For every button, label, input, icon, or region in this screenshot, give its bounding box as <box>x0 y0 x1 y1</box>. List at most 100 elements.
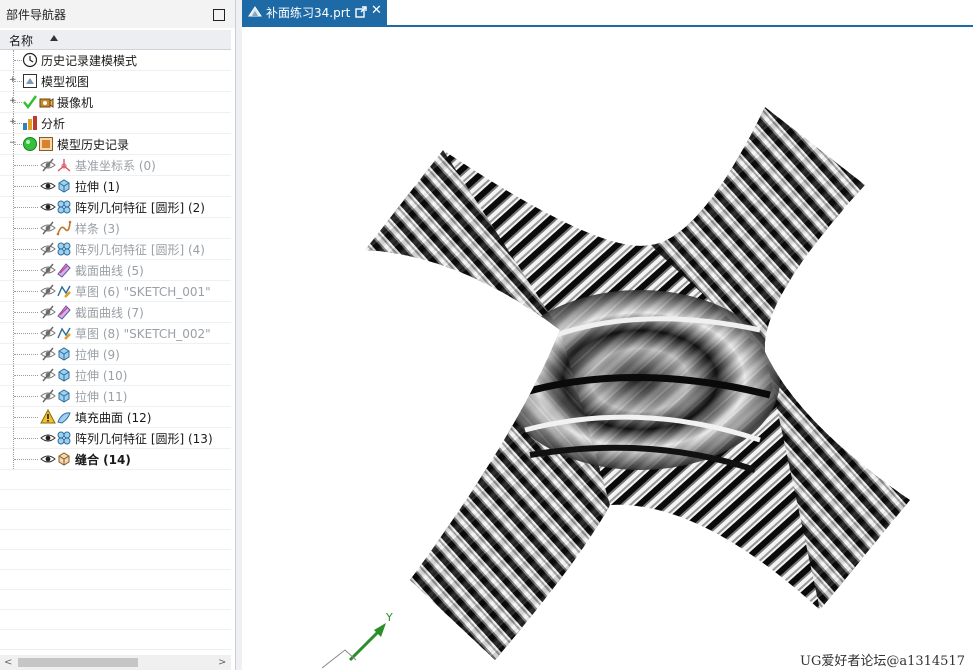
model-view-icon <box>22 73 38 89</box>
empty-row <box>0 570 231 590</box>
tree-item-label: 拉伸 (11) <box>75 390 128 404</box>
eye-icon[interactable] <box>40 430 56 446</box>
tree-row[interactable]: 截面曲线 (5) <box>0 260 231 281</box>
tree-row[interactable]: − 模型历史记录 <box>0 134 231 155</box>
tree-row[interactable]: + 分析 <box>0 113 231 134</box>
navigator-tree: 历史记录建模模式 + 模型视图 + 摄像机 + 分析 − 模型历史记录 基准坐标系 (0) 拉伸 (… <box>0 50 231 670</box>
eye-hidden-icon[interactable] <box>40 157 56 173</box>
eye-icon[interactable] <box>40 451 56 467</box>
tree-item-label: 截面曲线 (7) <box>75 306 144 320</box>
tree-item-label: 阵列几何特征 [圆形] (4) <box>75 243 205 257</box>
tree-row[interactable]: 缝合 (14) <box>0 449 231 470</box>
tree-item-label: 拉伸 (9) <box>75 348 120 362</box>
tree-row[interactable]: 阵列几何特征 [圆形] (13) <box>0 428 231 449</box>
close-icon[interactable]: ✕ <box>371 3 382 18</box>
tree-item-label: 拉伸 (1) <box>75 180 120 194</box>
pattern-geometry-icon <box>56 199 72 215</box>
extrude-icon <box>56 367 72 383</box>
warning-icon[interactable] <box>40 408 56 425</box>
sketch-icon <box>56 325 72 341</box>
tree-item-label: 历史记录建模模式 <box>41 54 138 68</box>
part-file-icon <box>248 6 262 17</box>
tree-item-label: 摄像机 <box>57 96 94 110</box>
empty-row <box>0 550 231 570</box>
tree-item-label: 模型历史记录 <box>57 138 130 152</box>
graphics-viewport[interactable]: Y <box>242 27 973 670</box>
section-curve-icon <box>56 262 72 278</box>
camera-icon <box>38 94 54 110</box>
navigator-title-bar: 部件导航器 <box>0 0 235 28</box>
column-header-name[interactable]: 名称 <box>0 30 231 50</box>
status-ok-icon <box>22 136 38 152</box>
tree-item-label: 截面曲线 (5) <box>75 264 144 278</box>
maximize-icon[interactable] <box>213 9 225 21</box>
spline-icon <box>56 220 72 236</box>
watermark-text: UG爱好者论坛@a1314517 <box>800 654 965 669</box>
tree-item-label: 草图 (8) "SKETCH_002" <box>75 327 211 341</box>
tree-row[interactable]: + 摄像机 <box>0 92 231 113</box>
tree-row[interactable]: 历史记录建模模式 <box>0 50 231 71</box>
tree-item-label: 分析 <box>41 117 66 131</box>
pattern-geometry-icon <box>56 241 72 257</box>
tree-row[interactable]: 基准坐标系 (0) <box>0 155 231 176</box>
empty-row <box>0 630 231 650</box>
fill-surface-icon <box>56 409 72 425</box>
tree-row[interactable]: 拉伸 (1) <box>0 176 231 197</box>
pattern-geometry-icon <box>56 430 72 446</box>
tree-item-label: 缝合 (14) <box>75 453 131 467</box>
zebra-surface-view[interactable]: Y <box>242 27 973 670</box>
clock-icon <box>22 52 38 68</box>
tab-part-file[interactable]: 补面练习34.prt ✕ <box>242 0 387 25</box>
tree-row[interactable]: 阵列几何特征 [圆形] (4) <box>0 239 231 260</box>
eye-icon[interactable] <box>40 178 56 194</box>
eye-hidden-icon[interactable] <box>40 241 56 257</box>
eye-hidden-icon[interactable] <box>40 304 56 320</box>
tree-row[interactable]: 草图 (8) "SKETCH_002" <box>0 323 231 344</box>
eye-hidden-icon[interactable] <box>40 262 56 278</box>
sketch-icon <box>56 283 72 299</box>
sort-ascending-icon[interactable] <box>50 35 58 41</box>
tree-row[interactable]: 样条 (3) <box>0 218 231 239</box>
tree-row[interactable]: 拉伸 (9) <box>0 344 231 365</box>
empty-row <box>0 470 231 490</box>
eye-hidden-icon[interactable] <box>40 220 56 236</box>
empty-row <box>0 490 231 510</box>
eye-hidden-icon[interactable] <box>40 325 56 341</box>
navigator-title: 部件导航器 <box>6 8 67 22</box>
tab-label: 补面练习34.prt <box>266 6 351 20</box>
horizontal-scrollbar[interactable]: < > <box>0 655 231 670</box>
tree-row[interactable]: 阵列几何特征 [圆形] (2) <box>0 197 231 218</box>
model-history-icon <box>38 136 54 152</box>
tree-row[interactable]: 拉伸 (10) <box>0 365 231 386</box>
check-icon[interactable] <box>22 94 38 110</box>
tree-row[interactable]: 草图 (6) "SKETCH_001" <box>0 281 231 302</box>
eye-hidden-icon[interactable] <box>40 346 56 362</box>
eye-hidden-icon[interactable] <box>40 388 56 404</box>
tree-item-label: 填充曲面 (12) <box>75 411 152 425</box>
eye-hidden-icon[interactable] <box>40 367 56 383</box>
extrude-icon <box>56 388 72 404</box>
tree-row[interactable]: 拉伸 (11) <box>0 386 231 407</box>
cross-surface[interactable] <box>340 90 940 670</box>
tree-row[interactable]: 截面曲线 (7) <box>0 302 231 323</box>
scroll-right-icon[interactable]: > <box>218 657 226 668</box>
scroll-left-icon[interactable]: < <box>4 657 12 668</box>
tree-item-label: 草图 (6) "SKETCH_001" <box>75 285 211 299</box>
datum-csys-icon <box>56 157 72 173</box>
eye-icon[interactable] <box>40 199 56 215</box>
tree-item-label: 阵列几何特征 [圆形] (13) <box>75 432 213 446</box>
empty-row <box>0 530 231 550</box>
empty-row <box>0 510 231 530</box>
tree-row[interactable]: 填充曲面 (12) <box>0 407 231 428</box>
document-tab-bar: 补面练习34.prt ✕ <box>242 0 973 27</box>
tree-item-label: 模型视图 <box>41 75 90 89</box>
tree-row[interactable]: + 模型视图 <box>0 71 231 92</box>
sew-icon <box>56 451 72 467</box>
open-external-icon[interactable] <box>355 6 367 18</box>
empty-row <box>0 610 231 630</box>
eye-hidden-icon[interactable] <box>40 283 56 299</box>
tree-item-label: 样条 (3) <box>75 222 120 236</box>
column-header-label: 名称 <box>9 34 34 48</box>
scrollbar-thumb[interactable] <box>18 658 138 667</box>
analysis-icon <box>22 115 38 131</box>
